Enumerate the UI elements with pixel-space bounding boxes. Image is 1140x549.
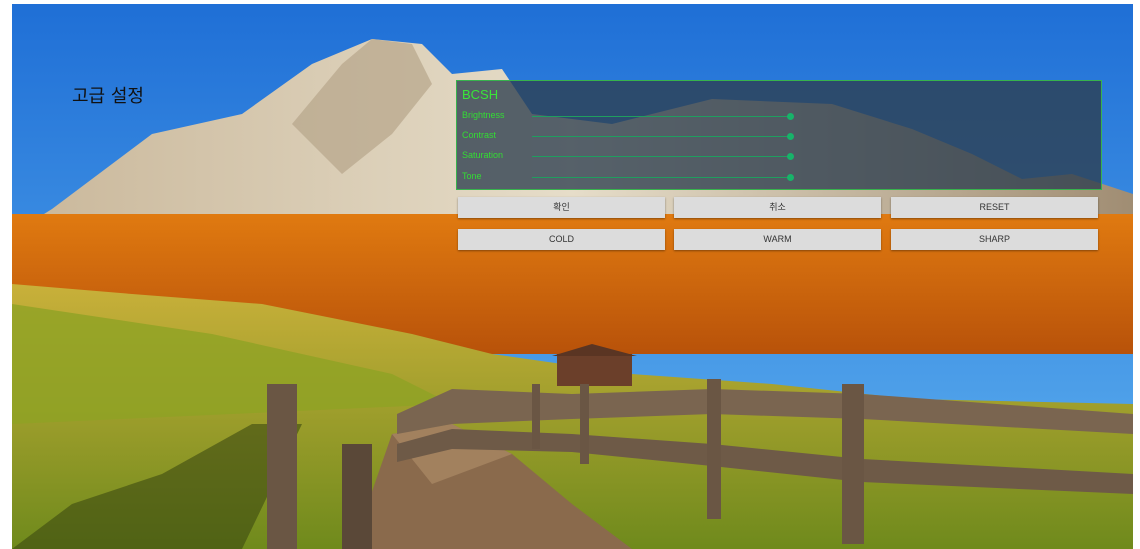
brightness-label: Brightness bbox=[462, 110, 505, 120]
cold-button[interactable]: COLD bbox=[458, 229, 665, 250]
confirm-button[interactable]: 확인 bbox=[458, 197, 665, 218]
tone-label: Tone bbox=[462, 171, 482, 181]
sharp-button[interactable]: SHARP bbox=[891, 229, 1098, 250]
app-screen: 고급 설정 BCSH Brightness Contrast Saturatio… bbox=[12, 4, 1133, 549]
brightness-slider[interactable] bbox=[532, 113, 794, 120]
warm-button[interactable]: WARM bbox=[674, 229, 881, 250]
contrast-slider[interactable] bbox=[532, 133, 794, 140]
tone-slider[interactable] bbox=[532, 174, 794, 181]
tone-slider-thumb[interactable] bbox=[787, 174, 794, 181]
contrast-label: Contrast bbox=[462, 130, 497, 140]
saturation-slider-thumb[interactable] bbox=[787, 153, 794, 160]
saturation-slider[interactable] bbox=[532, 153, 794, 160]
reset-button[interactable]: RESET bbox=[891, 197, 1098, 218]
saturation-label: Saturation bbox=[462, 150, 504, 160]
bcsh-panel: BCSH Brightness Contrast Saturation Tone bbox=[456, 80, 1102, 190]
cancel-button[interactable]: 취소 bbox=[674, 197, 881, 218]
brightness-slider-thumb[interactable] bbox=[787, 113, 794, 120]
bcsh-title: BCSH bbox=[462, 87, 499, 102]
contrast-slider-thumb[interactable] bbox=[787, 133, 794, 140]
page-title: 고급 설정 bbox=[72, 86, 144, 107]
